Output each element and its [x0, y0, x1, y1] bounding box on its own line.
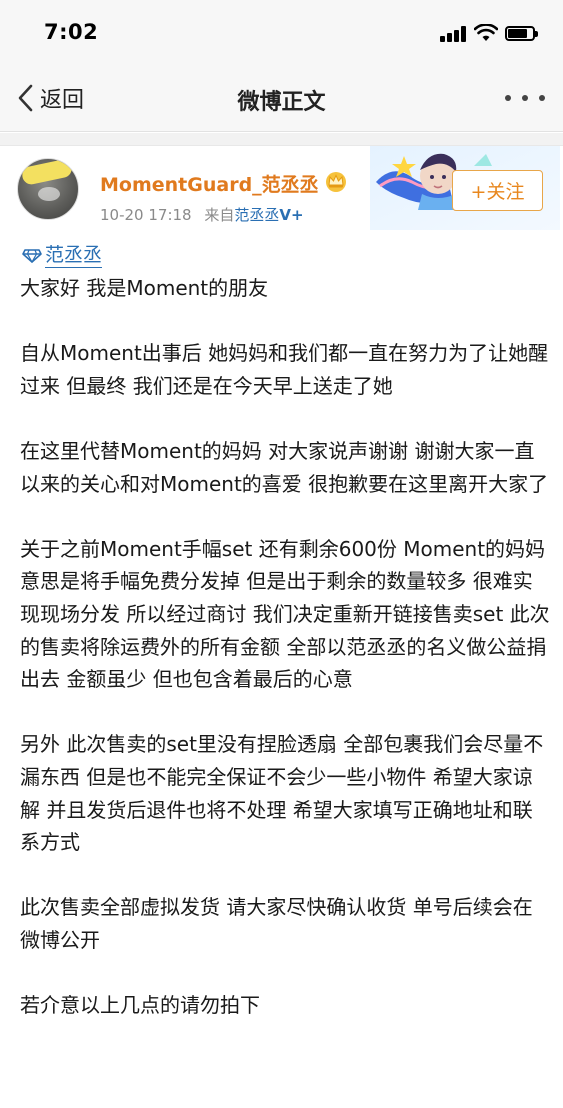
nav-bar: 返回 微博正文 [0, 64, 563, 132]
page-title: 微博正文 [237, 90, 326, 115]
post-paragraph: 在这里代替Moment的妈妈 对大家说声谢谢 谢谢大家一直以来的关心和对Mome… [20, 438, 549, 496]
follow-button[interactable]: +关注 [452, 170, 543, 211]
mention-link[interactable]: 范丞丞 [22, 244, 103, 268]
status-time: 7:02 [44, 20, 99, 44]
vip-crown-icon [326, 172, 346, 192]
avatar[interactable] [17, 158, 79, 220]
post-paragraph: 此次售卖全部虚拟发货 请大家尽快确认收货 单号后续会在微博公开 [20, 895, 533, 952]
source-prefix: 来自 [204, 206, 235, 224]
post-paragraph: 大家好 我是Moment的朋友 [20, 276, 269, 300]
battery-icon [505, 26, 538, 41]
status-bar: 7:02 [0, 0, 563, 64]
post-paragraph: 关于之前Moment手幅set 还有剩余600份 Moment的妈妈意思是将手幅… [20, 536, 550, 692]
section-divider [0, 133, 563, 146]
post-meta: 10-20 17:18 来自范丞丞V+ [100, 204, 304, 225]
post-paragraph: 自从Moment出事后 她妈妈和我们都一直在努力为了让她醒过来 但最终 我们还是… [20, 341, 549, 398]
more-dots-icon[interactable] [505, 92, 545, 104]
diamond-icon [22, 249, 42, 263]
vplus-badge: V+ [279, 206, 304, 224]
wifi-icon [474, 24, 498, 41]
post-timestamp: 10-20 17:18 [100, 206, 192, 224]
source-link[interactable]: 范丞丞 [234, 206, 279, 224]
author-name[interactable]: MomentGuard_范丞丞 [100, 170, 319, 197]
post-header: MomentGuard_范丞丞 10-20 17:18 来自范丞丞V+ +关注 [0, 146, 563, 242]
post-paragraph: 另外 此次售卖的set里没有捏脸透扇 全部包裹我们会尽量不漏东西 但是也不能完全… [20, 732, 544, 855]
avatar-sticker [20, 159, 74, 187]
mention-text: 范丞丞 [45, 244, 103, 268]
cellular-signal-icon [440, 26, 468, 42]
post-paragraph: 若介意以上几点的请勿拍下 [20, 993, 260, 1018]
post-body: 大家好 我是Moment的朋友 自从Moment出事后 她妈妈和我们都一直在努力… [20, 272, 550, 1022]
